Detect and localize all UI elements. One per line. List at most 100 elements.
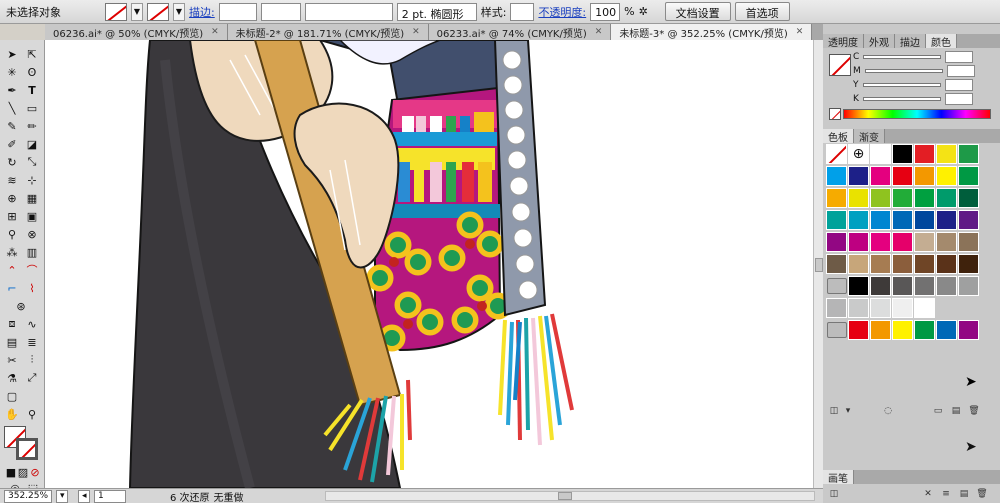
blob-brush-icon[interactable]: ✐ (3, 136, 21, 152)
prev-artboard-icon[interactable]: ◂ (78, 489, 90, 503)
selection-tool-icon[interactable]: ➤ (3, 46, 21, 62)
close-icon[interactable]: ✕ (796, 27, 804, 37)
swatch[interactable] (826, 298, 847, 318)
target-icon[interactable]: ⊛ (12, 298, 30, 314)
swatch[interactable] (892, 254, 913, 274)
tab-doc-4[interactable]: 未标题-3* @ 352.25% (CMYK/预览) ✕ (611, 24, 813, 40)
swatch[interactable] (958, 188, 979, 208)
hand-icon[interactable]: ✋ (3, 406, 21, 422)
document-setup-button[interactable]: 文档设置 (664, 2, 731, 21)
none-mode-icon[interactable]: ⊘ (26, 464, 44, 480)
swatch[interactable] (936, 276, 957, 296)
swatch[interactable] (914, 298, 935, 318)
tab-appearance[interactable]: 外观 (864, 34, 895, 49)
swatch[interactable] (892, 144, 913, 164)
swatch[interactable] (914, 232, 935, 252)
swatch[interactable] (870, 298, 891, 318)
swatch[interactable] (936, 232, 957, 252)
show-kinds-icon[interactable]: ▾ (843, 406, 853, 416)
swatch[interactable] (936, 166, 957, 186)
type-tool-icon[interactable]: T (23, 82, 41, 98)
artboard-number-field[interactable]: 1 (94, 489, 126, 503)
swatch-registration[interactable]: ⊕ (848, 144, 869, 164)
opacity-label[interactable]: 不透明度: (538, 4, 586, 20)
swatch[interactable] (914, 144, 935, 164)
swatch[interactable] (914, 188, 935, 208)
measure-tool-icon[interactable]: ⤢ (23, 370, 41, 386)
none-swatch[interactable] (829, 108, 841, 120)
swatch[interactable] (892, 232, 913, 252)
swatch[interactable] (892, 320, 913, 340)
swatch[interactable] (936, 320, 957, 340)
eraser-icon[interactable]: ◪ (23, 136, 41, 152)
horizontal-scrollbar[interactable] (325, 491, 815, 501)
pencil-icon[interactable]: ✏ (23, 118, 41, 134)
style-field[interactable] (510, 2, 535, 21)
swatch[interactable] (958, 320, 979, 340)
swatch-group-folder-icon[interactable] (827, 322, 847, 338)
blend-tool-icon[interactable]: ⊗ (23, 226, 41, 242)
swatch[interactable] (826, 166, 847, 186)
swatch[interactable] (848, 210, 869, 230)
swatch[interactable] (848, 188, 869, 208)
slider-k[interactable]: K (853, 92, 993, 106)
rotate-tool-icon[interactable]: ↻ (3, 154, 21, 170)
swatch[interactable] (892, 166, 913, 186)
swatch[interactable] (936, 188, 957, 208)
stroke-label[interactable]: 描边: (189, 4, 215, 20)
close-icon[interactable]: ✕ (412, 27, 420, 37)
swatch[interactable] (892, 210, 913, 230)
options-icon[interactable]: ◌ (883, 406, 893, 416)
artboard-select-icon[interactable]: ▢ (3, 388, 21, 404)
swatch[interactable] (914, 254, 935, 274)
swatch-none[interactable] (826, 144, 847, 164)
swatch[interactable] (958, 210, 979, 230)
swatch[interactable] (914, 276, 935, 296)
swatch[interactable] (848, 320, 869, 340)
brush-library-icon[interactable]: ◫ (829, 489, 839, 499)
swatch[interactable] (936, 254, 957, 274)
tab-swatches[interactable]: 色板 (823, 129, 854, 144)
swatch[interactable] (848, 166, 869, 186)
swatch[interactable] (892, 188, 913, 208)
swatch[interactable] (914, 320, 935, 340)
delete-icon[interactable]: 🗑 (968, 406, 979, 416)
slice-tool-icon[interactable]: ∿ (23, 316, 41, 332)
swatch[interactable] (870, 144, 891, 164)
chevron-down-icon[interactable]: ▼ (131, 2, 143, 21)
recolor-icon[interactable]: ✲ (639, 5, 661, 18)
value-field[interactable] (946, 65, 975, 77)
chart-tool-icon[interactable]: ▤ (3, 334, 21, 350)
brush-options-icon[interactable]: ≡ (941, 489, 951, 499)
swatch[interactable] (848, 232, 869, 252)
value-field[interactable] (944, 79, 973, 91)
close-icon[interactable]: ✕ (211, 27, 219, 37)
delete-brush-icon[interactable]: 🗑 (976, 489, 987, 499)
chevron-down-icon[interactable]: ▾ (56, 489, 68, 503)
swatch[interactable] (870, 320, 891, 340)
new-group-icon[interactable]: ▭ (933, 406, 943, 416)
opacity-field[interactable]: 100 (590, 2, 621, 21)
mesh-tool-icon[interactable]: ⊞ (3, 208, 21, 224)
swatch[interactable] (914, 210, 935, 230)
eyedropper-tool-icon[interactable]: ⚗ (3, 370, 21, 386)
chevron-down-icon[interactable]: ▼ (173, 2, 185, 21)
color-spectrum[interactable] (843, 109, 991, 119)
paintbrush-icon[interactable]: ✎ (3, 118, 21, 134)
fill-stroke-indicator[interactable] (829, 54, 851, 76)
swatch[interactable] (870, 232, 891, 252)
convert-anchor-icon[interactable]: ⌒ (23, 262, 41, 278)
scroll-thumb[interactable] (558, 492, 572, 500)
scroll-thumb[interactable] (815, 258, 823, 272)
warp-tool-icon[interactable]: ≋ (3, 172, 21, 188)
rectangle-tool-icon[interactable]: ▭ (23, 100, 41, 116)
stroke-swatch[interactable] (147, 2, 169, 21)
variable-width-field[interactable] (260, 2, 301, 21)
symbol-sprayer-icon[interactable]: ⁂ (3, 244, 21, 260)
slider-m[interactable]: M (853, 64, 993, 78)
brush-field[interactable] (304, 2, 393, 21)
zoom-icon[interactable]: ⚲ (23, 406, 41, 422)
swatch[interactable] (848, 276, 869, 296)
slider-c[interactable]: C (853, 50, 993, 64)
slider-y[interactable]: Y (853, 78, 993, 92)
